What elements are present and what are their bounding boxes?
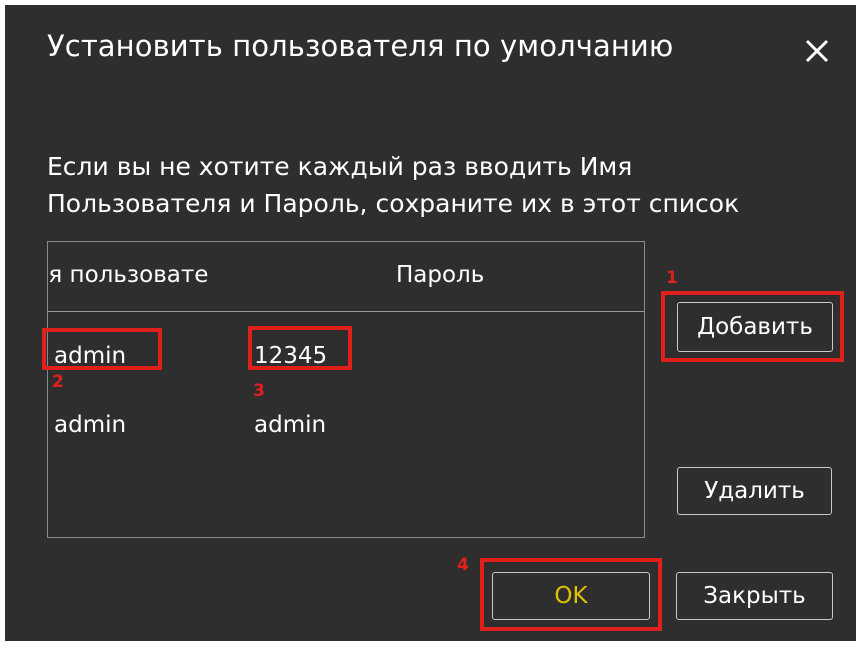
annotation-marker-2: 2 — [52, 372, 64, 392]
highlight-password-cell — [248, 326, 352, 370]
column-header-username[interactable]: ıя пользовате — [48, 262, 248, 288]
close-icon[interactable] — [802, 36, 832, 66]
annotation-marker-1: 1 — [666, 268, 678, 288]
default-user-dialog: Установить пользователя по умолчанию Есл… — [5, 5, 856, 641]
highlight-ok-button — [480, 558, 662, 631]
password-cell[interactable]: admin — [254, 412, 326, 438]
annotation-marker-3: 3 — [253, 381, 265, 401]
delete-button[interactable]: Удалить — [677, 467, 832, 515]
dialog-description: Если вы не хотите каждый раз вводить Имя… — [47, 148, 739, 222]
highlight-username-cell — [42, 328, 162, 370]
annotation-marker-4: 4 — [457, 555, 469, 575]
column-header-password[interactable]: Пароль — [396, 262, 484, 288]
description-line-2: Пользователя и Пароль, сохраните их в эт… — [47, 189, 740, 218]
close-button[interactable]: Закрыть — [676, 572, 833, 620]
highlight-add-button — [661, 291, 844, 362]
user-table: ıя пользовате Пароль admin 12345 admin a… — [47, 241, 645, 538]
description-line-1: Если вы не хотите каждый раз вводить Имя — [47, 152, 633, 181]
dialog-title: Установить пользователя по умолчанию — [47, 29, 674, 63]
table-header-divider — [48, 311, 644, 312]
username-cell[interactable]: admin — [54, 412, 126, 438]
